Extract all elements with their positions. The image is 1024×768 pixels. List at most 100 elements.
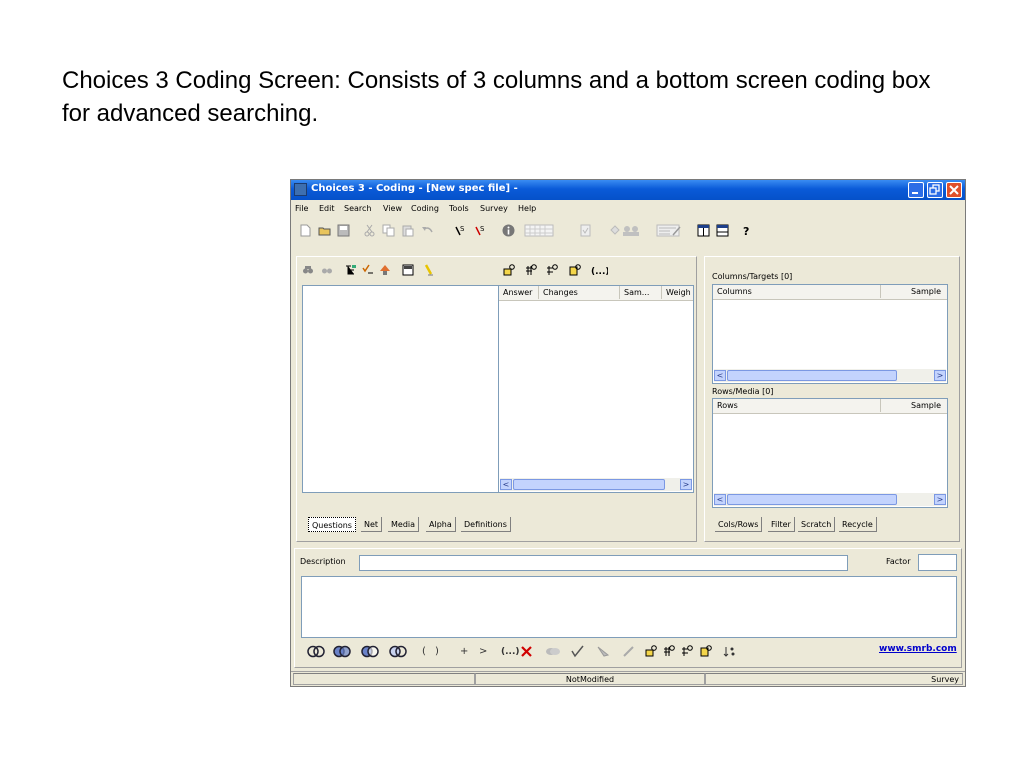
menu-view[interactable]: View (383, 204, 402, 213)
paste-icon[interactable] (401, 224, 414, 237)
calculator-icon[interactable] (402, 264, 414, 276)
find-next-icon[interactable] (321, 264, 333, 276)
hierarchy-icon[interactable] (379, 264, 391, 276)
pen-icon[interactable] (622, 645, 635, 658)
find-icon[interactable] (302, 264, 314, 276)
col-columns[interactable]: Columns (713, 285, 881, 298)
verify-icon[interactable] (571, 645, 584, 658)
save-icon[interactable] (337, 224, 350, 237)
add-filter-icon-2[interactable] (681, 645, 693, 658)
coding-expression-area[interactable] (301, 576, 957, 638)
and-not-icon[interactable] (361, 645, 379, 658)
scroll-left-icon[interactable]: < (714, 370, 726, 381)
tab-recycle[interactable]: Recycle (839, 517, 877, 532)
tab-media[interactable]: Media (388, 517, 420, 532)
col-rows[interactable]: Rows (713, 399, 881, 412)
sort-az-icon[interactable] (723, 645, 737, 658)
col-rows-sample[interactable]: Sample (881, 399, 947, 412)
info-icon[interactable] (502, 224, 515, 237)
menu-edit[interactable]: Edit (319, 204, 335, 213)
minimize-button[interactable] (908, 182, 924, 198)
help-icon[interactable]: ? (740, 224, 753, 237)
scroll-thumb[interactable] (727, 370, 897, 381)
scroll-right-icon[interactable]: > (680, 479, 692, 490)
factor-input[interactable] (918, 554, 957, 571)
menu-tools[interactable]: Tools (449, 204, 469, 213)
tab-net[interactable]: Net (361, 517, 383, 532)
description-input[interactable] (359, 555, 848, 571)
col-changes[interactable]: Changes (539, 286, 620, 299)
tree-icon[interactable] (345, 264, 357, 276)
parenthesis-icon[interactable]: (...) (590, 264, 608, 276)
delete-icon[interactable] (520, 645, 533, 658)
scroll-right-icon[interactable]: > (934, 494, 946, 505)
menu-coding[interactable]: Coding (411, 204, 439, 213)
group-users-icon[interactable] (609, 224, 649, 237)
close-button[interactable] (946, 182, 962, 198)
undo-icon[interactable] (421, 224, 434, 237)
add-group-icon[interactable] (503, 264, 515, 276)
answers-hscroll[interactable]: < > (500, 478, 692, 491)
tab-cols-rows[interactable]: Cols/Rows (715, 517, 763, 532)
questions-panel: (...) Answer Changes Sam... Weigh < > Qu… (296, 256, 697, 542)
columns-hscroll[interactable]: < > (714, 369, 946, 382)
app-window: Choices 3 - Coding - [New spec file] - F… (290, 179, 966, 687)
tab-alpha[interactable]: Alpha (426, 517, 456, 532)
col-weight[interactable]: Weigh (662, 286, 693, 299)
rows-hscroll[interactable]: < > (714, 493, 946, 506)
columns-table-header: Columns Sample (713, 285, 947, 300)
add-net-icon-2[interactable] (663, 645, 675, 658)
report-icon[interactable] (579, 224, 592, 237)
new-file-icon[interactable] (299, 224, 312, 237)
menu-search[interactable]: Search (344, 204, 371, 213)
col-columns-sample[interactable]: Sample (881, 285, 947, 298)
columns-table[interactable]: Columns Sample < > (712, 284, 948, 384)
or-icon[interactable] (307, 645, 325, 658)
rows-table[interactable]: Rows Sample < > (712, 398, 948, 508)
survey-red-icon[interactable]: S (474, 224, 487, 237)
and-icon[interactable] (333, 645, 351, 658)
col-sample[interactable]: Sam... (620, 286, 662, 299)
check-list-icon[interactable] (362, 264, 374, 276)
scroll-right-icon[interactable]: > (934, 370, 946, 381)
marker-icon[interactable] (423, 264, 435, 276)
scroll-thumb[interactable] (727, 494, 897, 505)
grid-icon[interactable] (524, 224, 554, 237)
website-link[interactable]: www.smrb.com (879, 644, 957, 654)
close-paren-button[interactable]: ) (435, 646, 439, 658)
answers-table[interactable]: Answer Changes Sam... Weigh < > (498, 285, 694, 493)
open-paren-button[interactable]: ( (422, 646, 426, 658)
scroll-left-icon[interactable]: < (714, 494, 726, 505)
survey-icon[interactable]: S (454, 224, 467, 237)
add-item-icon[interactable] (569, 264, 581, 276)
add-filter-icon[interactable] (546, 264, 558, 276)
layout-split-icon[interactable] (697, 224, 710, 237)
scroll-left-icon[interactable]: < (500, 479, 512, 490)
tab-questions[interactable]: Questions (308, 517, 356, 532)
clear-parens-button[interactable]: (...) (501, 646, 519, 658)
cut-icon[interactable] (363, 224, 376, 237)
add-group-icon-2[interactable] (645, 645, 657, 658)
scroll-thumb[interactable] (513, 479, 665, 490)
add-item-icon-2[interactable] (700, 645, 712, 658)
xor-icon[interactable] (389, 645, 407, 658)
title-bar[interactable]: Choices 3 - Coding - [New spec file] - (291, 180, 965, 200)
col-answer[interactable]: Answer (499, 286, 539, 299)
menu-file[interactable]: File (295, 204, 308, 213)
link-icon[interactable] (545, 645, 561, 658)
edit-table-icon[interactable] (656, 224, 682, 237)
menu-help[interactable]: Help (518, 204, 536, 213)
open-folder-icon[interactable] (318, 224, 331, 237)
questions-list[interactable] (302, 285, 499, 493)
pointer-icon[interactable] (596, 645, 612, 658)
tab-definitions[interactable]: Definitions (461, 517, 511, 532)
tab-filter[interactable]: Filter (768, 517, 795, 532)
restore-button[interactable] (927, 182, 943, 198)
menu-survey[interactable]: Survey (480, 204, 508, 213)
layout-rows-icon[interactable] (716, 224, 729, 237)
plus-button[interactable]: + (460, 646, 468, 658)
add-net-icon[interactable] (525, 264, 537, 276)
copy-icon[interactable] (382, 224, 395, 237)
tab-scratch[interactable]: Scratch (798, 517, 836, 532)
greater-than-button[interactable]: > (479, 646, 487, 658)
